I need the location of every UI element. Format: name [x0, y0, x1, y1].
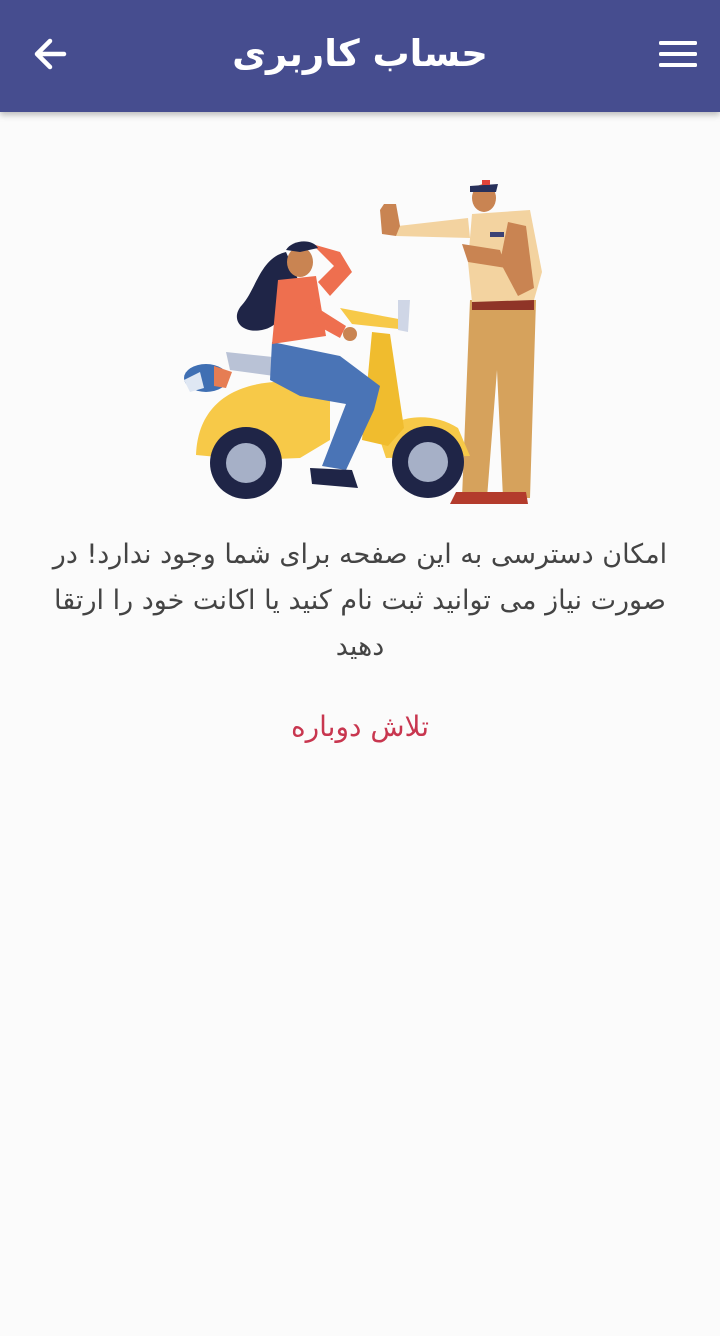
retry-button[interactable]: تلاش دوباره [0, 705, 720, 749]
hamburger-menu-icon [659, 41, 697, 67]
menu-button[interactable] [650, 26, 706, 82]
app-bar: حساب کاربری [0, 0, 720, 112]
access-denied-message: امکان دسترسی به این صفحه برای شما وجود ن… [52, 539, 668, 662]
access-denied-illustration [184, 180, 542, 504]
page-title: حساب کاربری [232, 32, 488, 75]
